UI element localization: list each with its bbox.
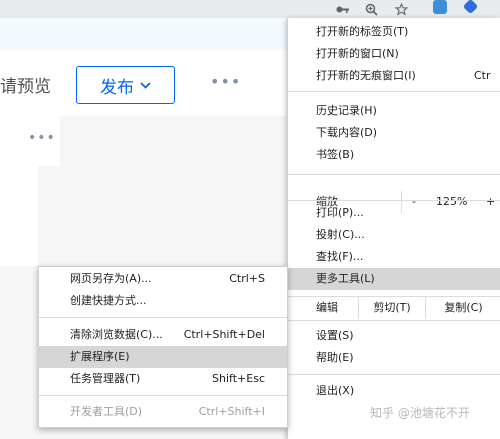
preview-label[interactable]: 请预览 [0,72,51,97]
submenu-item-save-page[interactable]: 网页另存为(A)... Ctrl+S [39,268,287,290]
key-icon[interactable] [333,0,351,18]
edit-label: 编辑 [316,301,338,314]
submenu-item-task-manager[interactable]: 任务管理器(T) Shift+Esc [39,368,287,390]
submenu-item-label: 扩展程序(E) [70,350,130,363]
menu-item-cast[interactable]: 投射(C)... [288,224,500,246]
menu-item-label: 退出(X) [316,384,355,397]
content-panel [0,166,38,266]
menu-item-label: 下载内容(D) [316,126,378,139]
menu-item-label: 更多工具(L) [316,272,375,285]
submenu-divider [39,317,287,318]
watermark: 知乎 @池塘花不开 [370,406,470,420]
menu-divider [288,320,500,321]
menu-item-label: 帮助(E) [316,351,354,364]
menu-item-incognito[interactable]: 打开新的无痕窗口(I) Ctr [288,65,500,87]
publish-label: 发布 [100,77,134,98]
submenu-divider [39,395,287,396]
star-icon[interactable] [392,0,410,18]
submenu-item-label: 开发者工具(D) [70,405,143,418]
menu-item-label: 打开新的标签页(T) [316,25,409,38]
card-more-button[interactable]: ••• [28,130,56,146]
menu-item-downloads[interactable]: 下载内容(D) [288,122,500,144]
menu-item-history[interactable]: 历史记录(H) [288,100,500,122]
menu-item-shortcut: Ctr [474,69,491,82]
menu-item-label: 投射(C)... [316,228,365,241]
submenu-item-label: 创建快捷方式... [70,294,147,307]
browser-toolbar [0,0,500,18]
menu-item-label: 打开新的窗口(N) [316,47,399,60]
menu-item-print[interactable]: 打印(P)... [288,202,500,224]
menu-item-help[interactable]: 帮助(E) [288,347,500,369]
submenu-item-label: 任务管理器(T) [70,372,141,385]
edit-row: 编辑 剪切(T) 复制(C) [288,297,500,319]
submenu-item-shortcut: Ctrl+S [229,272,265,285]
menu-divider [288,200,500,201]
menu-item-find[interactable]: 查找(F)... [288,246,500,268]
telegram-icon[interactable] [433,0,447,14]
menu-item-new-tab[interactable]: 打开新的标签页(T) [288,21,500,43]
submenu-item-dev-tools[interactable]: 开发者工具(D) Ctrl+Shift+I [39,401,287,423]
more-tools-submenu: 网页另存为(A)... Ctrl+S 创建快捷方式... 清除浏览数据(C)...… [38,266,288,428]
submenu-item-shortcut: Ctrl+Shift+Del [183,328,265,341]
extension-icon[interactable] [462,0,479,15]
submenu-item-clear-data[interactable]: 清除浏览数据(C)... Ctrl+Shift+Del [39,324,287,346]
menu-item-label: 打印(P)... [316,206,364,219]
cut-button[interactable]: 剪切(T) [358,297,425,319]
menu-divider [288,174,500,175]
submenu-item-extensions[interactable]: 扩展程序(E) [39,346,287,368]
menu-item-label: 书签(B) [316,148,355,161]
zoom-icon[interactable] [362,0,380,18]
submenu-item-label: 网页另存为(A)... [70,272,152,285]
menu-divider [288,374,500,375]
menu-item-bookmarks[interactable]: 书签(B) [288,144,500,166]
submenu-item-create-shortcut[interactable]: 创建快捷方式... [39,290,287,312]
chrome-main-menu: 打开新的标签页(T) 打开新的窗口(N) 打开新的无痕窗口(I) Ctr 历史记录… [287,18,500,439]
menu-divider [288,91,500,92]
publish-button[interactable]: 发布 [76,66,175,104]
more-options-button[interactable]: ••• [210,72,241,91]
menu-item-new-window[interactable]: 打开新的窗口(N) [288,43,500,65]
submenu-item-label: 清除浏览数据(C)... [70,328,163,341]
menu-item-exit[interactable]: 退出(X) [288,380,500,402]
menu-item-label: 设置(S) [316,329,354,342]
submenu-item-shortcut: Ctrl+Shift+I [198,405,265,418]
menu-item-settings[interactable]: 设置(S) [288,325,500,347]
copy-button[interactable]: 复制(C) [425,297,500,319]
menu-item-label: 历史记录(H) [316,104,377,117]
chevron-down-icon [140,78,151,92]
submenu-item-shortcut: Shift+Esc [212,372,265,385]
menu-item-label: 查找(F)... [316,250,364,263]
menu-item-more-tools[interactable]: 更多工具(L) [288,268,500,290]
menu-item-label: 打开新的无痕窗口(I) [316,69,416,82]
